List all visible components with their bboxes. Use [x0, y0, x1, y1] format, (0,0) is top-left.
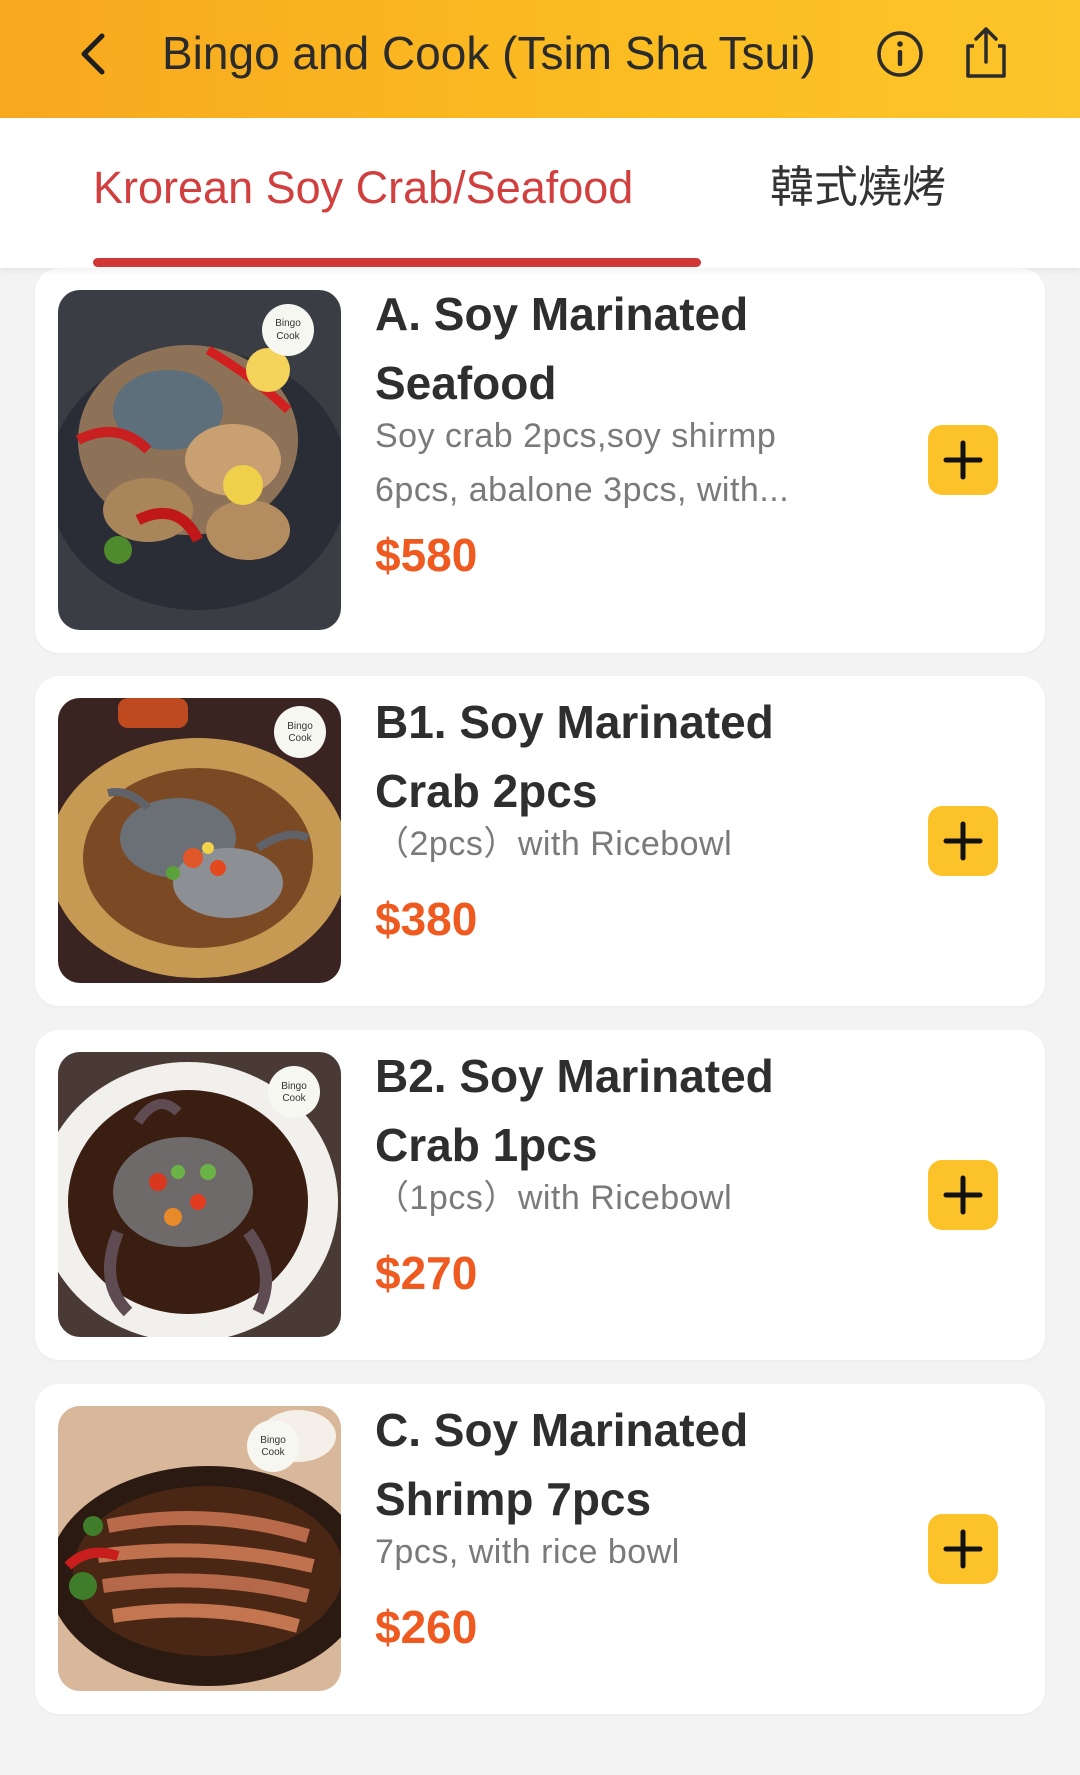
- plus-icon: [943, 821, 983, 861]
- svg-text:Cook: Cook: [282, 1093, 306, 1104]
- active-tab-indicator: [93, 258, 701, 267]
- info-icon: [877, 31, 923, 77]
- share-button[interactable]: [960, 24, 1012, 82]
- menu-item-card[interactable]: Bingo Cook B2. Soy Marinated Crab 1pcs （…: [35, 1030, 1045, 1360]
- item-description: 7pcs, with rice bowl: [375, 1533, 680, 1571]
- menu-item-image: Bingo Cook: [58, 290, 341, 630]
- item-description: Soy crab 2pcs,soy shirmp 6pcs, abalone 3…: [375, 417, 790, 509]
- item-price: $260: [375, 1601, 478, 1653]
- restaurant-title: Bingo and Cook (Tsim Sha Tsui): [162, 27, 816, 79]
- add-to-cart-button[interactable]: [928, 425, 998, 495]
- plus-icon: [943, 440, 983, 480]
- svg-text:Cook: Cook: [276, 331, 300, 342]
- menu-item-card[interactable]: Bingo Cook A. Soy Marinated Seafood Soy …: [35, 268, 1045, 653]
- menu-item-card[interactable]: Bingo Cook B1. Soy Marinated Crab 2pcs （…: [35, 676, 1045, 1006]
- back-button[interactable]: [66, 26, 122, 82]
- tab-korean-bbq[interactable]: 韓式燒烤: [770, 158, 946, 218]
- brand-logo: Bingo: [275, 318, 301, 329]
- brand-logo: Bingo: [281, 1081, 307, 1092]
- tab-soy-crab-seafood[interactable]: Krorean Soy Crab/Seafood: [93, 158, 633, 218]
- item-price: $270: [375, 1247, 478, 1299]
- chevron-left-icon: [81, 33, 105, 75]
- item-price: $580: [375, 529, 478, 581]
- item-description: （2pcs）with Ricebowl: [375, 825, 733, 863]
- item-name: B2. Soy Marinated Crab 1pcs: [375, 1050, 774, 1171]
- add-to-cart-button[interactable]: [928, 1160, 998, 1230]
- item-description: （1pcs）with Ricebowl: [375, 1179, 733, 1217]
- brand-logo: Bingo: [287, 721, 313, 732]
- item-price: $380: [375, 893, 478, 945]
- brand-logo: Bingo: [260, 1435, 286, 1446]
- menu-item-image: Bingo Cook: [58, 1406, 341, 1691]
- info-button[interactable]: [874, 28, 926, 80]
- menu-item-card[interactable]: Bingo Cook C. Soy Marinated Shrimp 7pcs …: [35, 1384, 1045, 1714]
- share-icon: [966, 27, 1006, 78]
- category-tabs: Krorean Soy Crab/Seafood 韓式燒烤: [0, 118, 1080, 268]
- svg-text:Cook: Cook: [261, 1447, 285, 1458]
- menu-item-image: Bingo Cook: [58, 698, 341, 983]
- item-name: A. Soy Marinated Seafood: [375, 288, 749, 409]
- svg-text:Cook: Cook: [288, 733, 312, 744]
- app-header: Bingo and Cook (Tsim Sha Tsui): [0, 0, 1080, 118]
- add-to-cart-button[interactable]: [928, 1514, 998, 1584]
- item-name: B1. Soy Marinated Crab 2pcs: [375, 696, 774, 817]
- add-to-cart-button[interactable]: [928, 806, 998, 876]
- plus-icon: [943, 1175, 983, 1215]
- plus-icon: [943, 1529, 983, 1569]
- menu-item-image: Bingo Cook: [58, 1052, 341, 1337]
- item-name: C. Soy Marinated Shrimp 7pcs: [375, 1404, 749, 1525]
